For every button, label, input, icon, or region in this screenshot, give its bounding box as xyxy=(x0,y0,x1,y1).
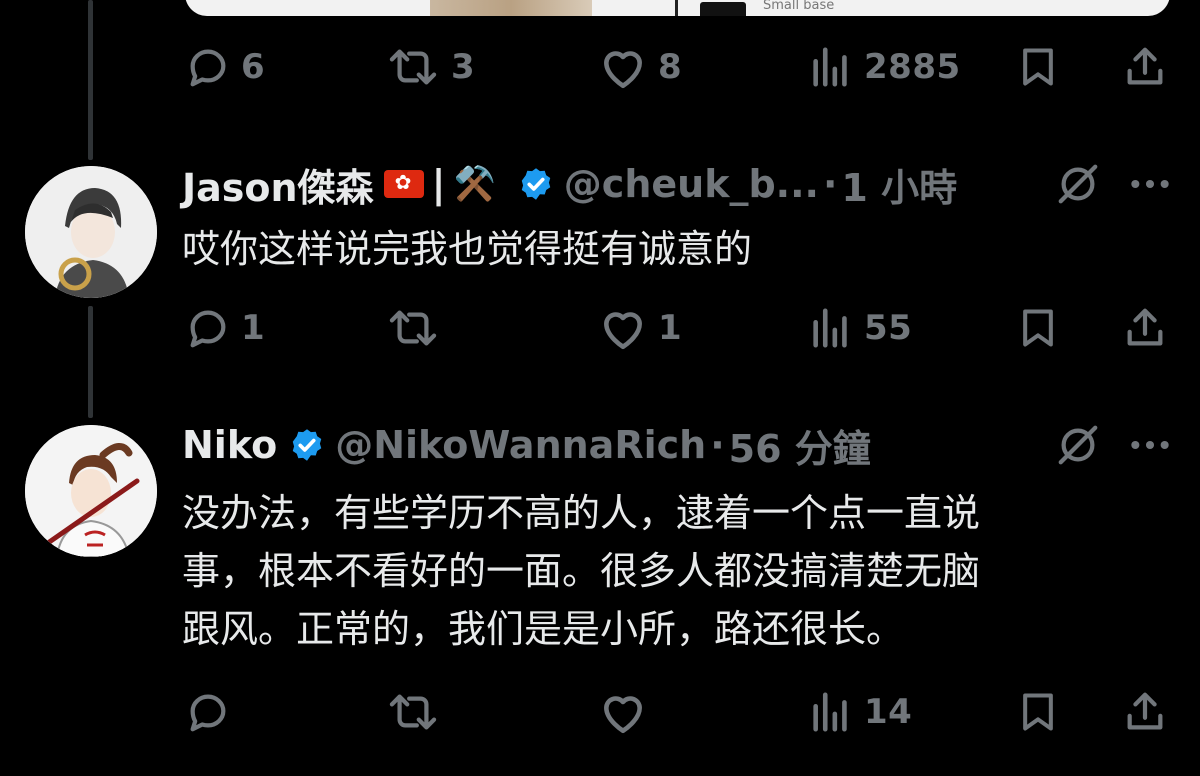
tweet-actions: 6 3 8 2885 xyxy=(0,42,1200,92)
share-icon xyxy=(1127,47,1163,85)
separator-dot: · xyxy=(710,423,725,467)
tweet-text: 没办法，有些学历不高的人，逮着一个点一直说 事，根本不看好的一面。很多人都没搞清… xyxy=(182,484,1172,658)
hk-flag-icon xyxy=(383,170,424,198)
reply-button[interactable] xyxy=(185,687,241,737)
share-icon xyxy=(1127,692,1163,730)
views-icon xyxy=(813,692,847,732)
tweet-header: Niko @NikoWannaRich · 56 分鐘 xyxy=(182,421,871,471)
repost-button[interactable] xyxy=(385,303,451,353)
views-count: 2885 xyxy=(864,47,961,87)
like-button[interactable]: 1 xyxy=(598,303,682,353)
tweet-text-line: 跟风。正常的，我们是是小所，路还很长。 xyxy=(182,607,905,651)
views-count: 14 xyxy=(864,692,913,732)
user-handle[interactable]: @cheuk_b... xyxy=(564,162,819,206)
verified-badge-icon xyxy=(292,429,322,461)
repost-button[interactable] xyxy=(385,687,451,737)
like-icon xyxy=(604,312,642,350)
bookmark-button[interactable] xyxy=(1016,303,1060,353)
tweet-header: Jason傑森 | ⚒️ @cheuk_b... · 1 小時 xyxy=(182,160,957,210)
repost-button[interactable]: 3 xyxy=(385,42,475,92)
grok-icon[interactable] xyxy=(1055,161,1101,207)
views-button[interactable]: 14 xyxy=(808,687,912,737)
reply-count: 1 xyxy=(241,308,266,348)
embedded-card[interactable]: Small base xyxy=(185,0,1170,16)
tweet-text-line: 没办法，有些学历不高的人，逮着一个点一直说 xyxy=(182,491,981,535)
views-icon xyxy=(813,308,847,348)
share-button[interactable] xyxy=(1122,687,1168,737)
tweet-actions: 14 xyxy=(0,687,1200,737)
card-divider xyxy=(675,0,678,16)
reply-icon xyxy=(190,694,226,732)
reply-button[interactable]: 6 xyxy=(185,42,265,92)
card-logo xyxy=(700,2,746,16)
repost-icon xyxy=(389,694,437,730)
views-button[interactable]: 55 xyxy=(808,303,912,353)
separator-dot: · xyxy=(822,162,838,206)
share-icon xyxy=(1127,308,1163,346)
timestamp[interactable]: 56 分鐘 xyxy=(729,418,871,473)
avatar[interactable] xyxy=(25,166,157,298)
tweet-actions: 1 1 55 xyxy=(0,303,1200,353)
verified-badge-icon xyxy=(521,168,551,200)
views-button[interactable]: 2885 xyxy=(808,42,961,92)
repost-icon xyxy=(389,310,437,346)
views-icon xyxy=(813,47,847,87)
reply-icon xyxy=(190,49,226,87)
bookmark-button[interactable] xyxy=(1016,42,1060,92)
like-button[interactable]: 8 xyxy=(598,42,682,92)
more-icon[interactable] xyxy=(1128,168,1172,200)
avatar[interactable] xyxy=(25,425,157,557)
grok-icon[interactable] xyxy=(1055,422,1101,468)
card-caption: Small base xyxy=(763,0,835,13)
card-thumbnail xyxy=(430,0,592,16)
more-icon[interactable] xyxy=(1128,429,1172,461)
repost-icon xyxy=(389,49,437,85)
like-icon xyxy=(604,51,642,89)
reply-button[interactable]: 1 xyxy=(185,303,265,353)
like-count: 1 xyxy=(658,308,683,348)
tweet-text-line: 事，根本不看好的一面。很多人都没搞清楚无脑 xyxy=(182,549,981,593)
share-button[interactable] xyxy=(1122,303,1168,353)
display-name[interactable]: Niko xyxy=(182,423,277,467)
like-count: 8 xyxy=(658,47,683,87)
reply-count: 6 xyxy=(241,47,266,87)
bookmark-icon xyxy=(1023,48,1053,86)
display-name[interactable]: Jason傑森 xyxy=(182,157,374,212)
like-icon xyxy=(604,696,642,734)
bookmark-icon xyxy=(1023,693,1053,731)
user-handle[interactable]: @NikoWannaRich xyxy=(335,423,706,467)
repost-count: 3 xyxy=(451,47,476,87)
tweet-text: 哎你这样说完我也觉得挺有诚意的 xyxy=(182,227,753,271)
timestamp[interactable]: 1 小時 xyxy=(841,157,957,212)
share-button[interactable] xyxy=(1122,42,1168,92)
name-separator: | xyxy=(431,162,446,206)
bookmark-icon xyxy=(1023,309,1053,347)
like-button[interactable] xyxy=(598,687,658,737)
views-count: 55 xyxy=(864,308,913,348)
bookmark-button[interactable] xyxy=(1016,687,1060,737)
reply-icon xyxy=(190,310,226,348)
tools-emoji: ⚒️ xyxy=(453,164,496,204)
